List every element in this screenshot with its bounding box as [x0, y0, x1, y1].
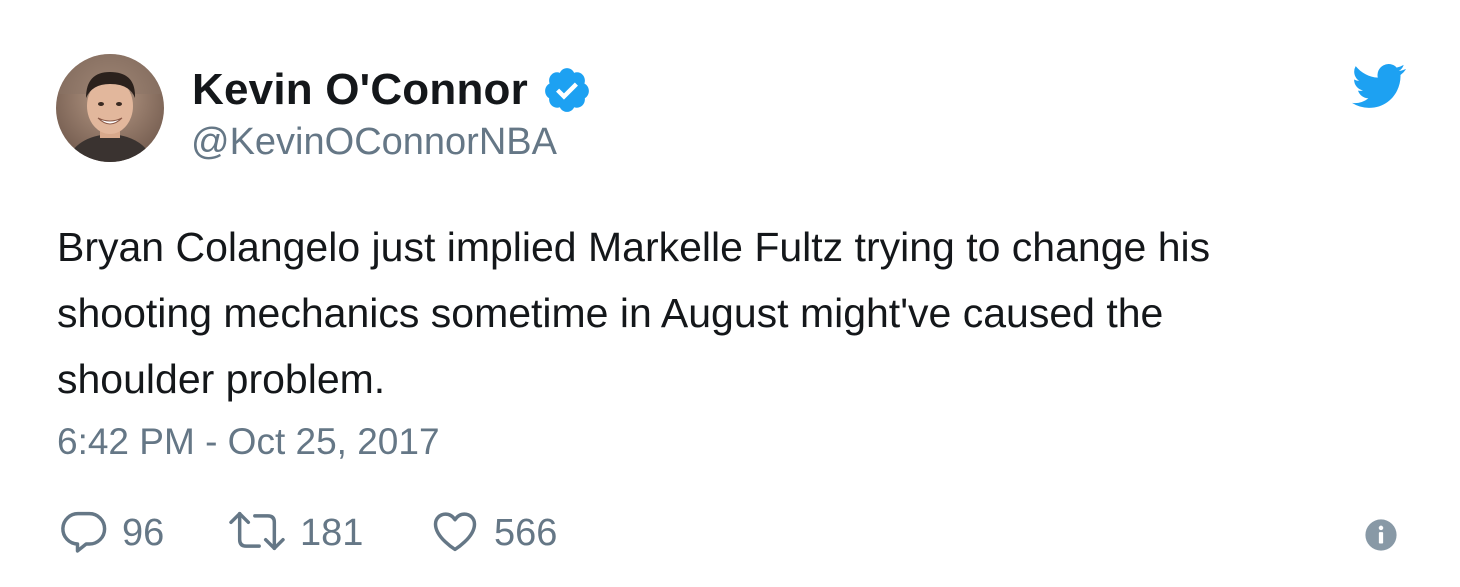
retweet-count: 181 — [300, 511, 364, 554]
avatar-image — [56, 54, 164, 162]
like-button[interactable]: 566 — [428, 505, 557, 561]
author-handle[interactable]: @KevinOConnorNBA — [191, 121, 557, 164]
tweet-timestamp[interactable]: 6:42 PM - Oct 25, 2017 — [57, 421, 440, 463]
verified-badge-icon — [542, 65, 592, 115]
avatar[interactable] — [56, 54, 164, 162]
tweet-text: Bryan Colangelo just implied Markelle Fu… — [57, 224, 1211, 402]
twitter-bird-icon[interactable] — [1352, 64, 1406, 108]
author-display-name[interactable]: Kevin O'Connor — [192, 65, 528, 115]
like-count: 566 — [494, 511, 558, 554]
reply-count: 96 — [122, 511, 165, 554]
retweet-button[interactable]: 181 — [226, 505, 363, 561]
reply-button[interactable]: 96 — [58, 505, 164, 561]
author-name-row[interactable]: Kevin O'Connor — [192, 64, 592, 116]
reply-icon — [58, 505, 110, 562]
tweet-card: Kevin O'Connor @KevinOConnorNBA Bryan Co… — [0, 0, 1460, 587]
info-icon[interactable] — [1364, 518, 1398, 552]
retweet-icon — [226, 505, 288, 562]
heart-icon — [428, 505, 482, 562]
